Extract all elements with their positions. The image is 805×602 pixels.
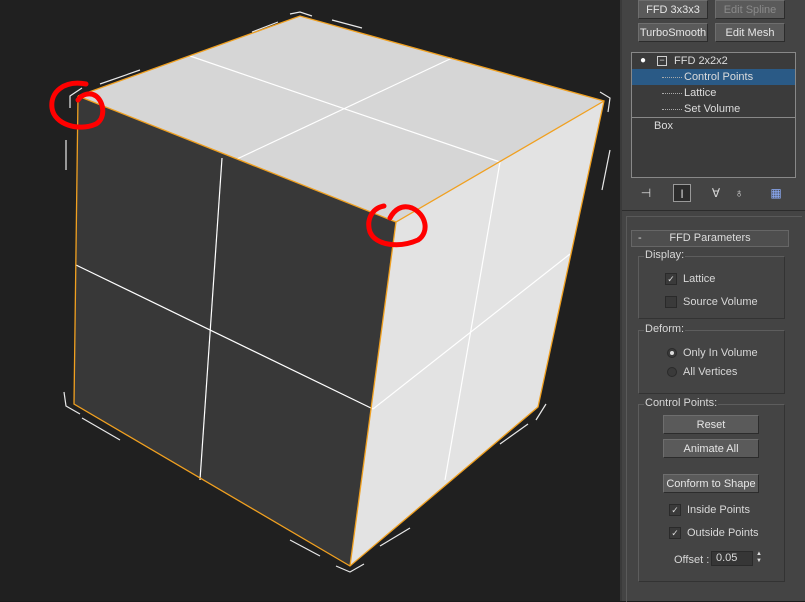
lattice-label: Lattice — [683, 273, 716, 285]
stack-item-control-points[interactable]: Control Points — [632, 69, 795, 85]
stack-label-control-points: Control Points — [684, 71, 754, 83]
turbosmooth-button[interactable]: TurboSmooth — [638, 23, 708, 42]
perspective-viewport[interactable] — [0, 0, 620, 601]
modifier-stack[interactable]: ● − FFD 2x2x2 Control Points Lattice Set… — [631, 52, 796, 178]
command-panel: FFD 3x3x3 Edit Spline TurboSmooth Edit M… — [622, 0, 805, 602]
checkbox-icon — [665, 296, 677, 309]
control-points-label: Control Points: — [644, 397, 719, 409]
conform-to-shape-button[interactable]: Conform to Shape — [663, 474, 759, 493]
all-vertices-label: All Vertices — [683, 366, 738, 378]
checkbox-icon: ✓ — [665, 273, 677, 286]
pin-stack-icon[interactable]: ⊣ — [637, 184, 655, 202]
outside-points-checkbox[interactable]: ✓ Outside Points — [669, 525, 759, 541]
checkbox-icon: ✓ — [669, 504, 681, 517]
show-end-result-icon[interactable]: I — [673, 184, 691, 202]
rollout-title: FFD Parameters — [669, 232, 751, 244]
display-label: Display: — [644, 249, 686, 261]
radio-icon — [667, 367, 677, 378]
edit-spline-button[interactable]: Edit Spline — [715, 0, 785, 19]
stack-label-ffd: FFD 2x2x2 — [674, 55, 728, 67]
source-volume-label: Source Volume — [683, 296, 758, 308]
radio-icon — [667, 348, 677, 359]
deform-label: Deform: — [644, 323, 686, 335]
offset-spinner[interactable]: ▲ ▼ — [754, 551, 764, 566]
edit-mesh-button[interactable]: Edit Mesh — [715, 23, 785, 42]
make-unique-icon[interactable]: ∀ — [707, 184, 725, 202]
lightbulb-icon[interactable]: ● — [640, 53, 646, 69]
stack-item-box[interactable]: Box — [632, 118, 795, 134]
stack-label-box: Box — [654, 120, 673, 132]
ffd-parameters-rollout-header[interactable]: - FFD Parameters — [631, 230, 789, 247]
stack-item-lattice[interactable]: Lattice — [632, 85, 795, 101]
stack-label-set-volume: Set Volume — [684, 103, 741, 115]
only-in-volume-label: Only In Volume — [683, 347, 758, 359]
stack-item-set-volume[interactable]: Set Volume — [632, 101, 795, 117]
inside-points-checkbox[interactable]: ✓ Inside Points — [669, 502, 750, 518]
collapse-icon[interactable]: − — [657, 56, 667, 66]
configure-modifier-sets-icon[interactable]: ▦ — [767, 184, 785, 202]
only-in-volume-radio[interactable]: Only In Volume — [667, 345, 758, 361]
source-volume-checkbox[interactable]: Source Volume — [665, 294, 758, 310]
remove-modifier-icon[interactable]: ♁ — [730, 184, 748, 202]
outside-points-label: Outside Points — [687, 527, 759, 539]
animate-all-button[interactable]: Animate All — [663, 439, 759, 458]
all-vertices-radio[interactable]: All Vertices — [667, 364, 737, 380]
offset-label: Offset : — [674, 554, 710, 566]
inside-points-label: Inside Points — [687, 504, 750, 516]
offset-input[interactable]: 0.05 — [711, 551, 753, 566]
deform-group — [638, 330, 785, 394]
stack-item-ffd[interactable]: ● − FFD 2x2x2 — [632, 53, 795, 69]
lattice-checkbox[interactable]: ✓ Lattice — [665, 271, 715, 287]
stack-label-lattice: Lattice — [684, 87, 717, 99]
ffd-3x3x3-button[interactable]: FFD 3x3x3 — [638, 0, 708, 19]
checkbox-icon: ✓ — [669, 527, 681, 540]
reset-button[interactable]: Reset — [663, 415, 759, 434]
